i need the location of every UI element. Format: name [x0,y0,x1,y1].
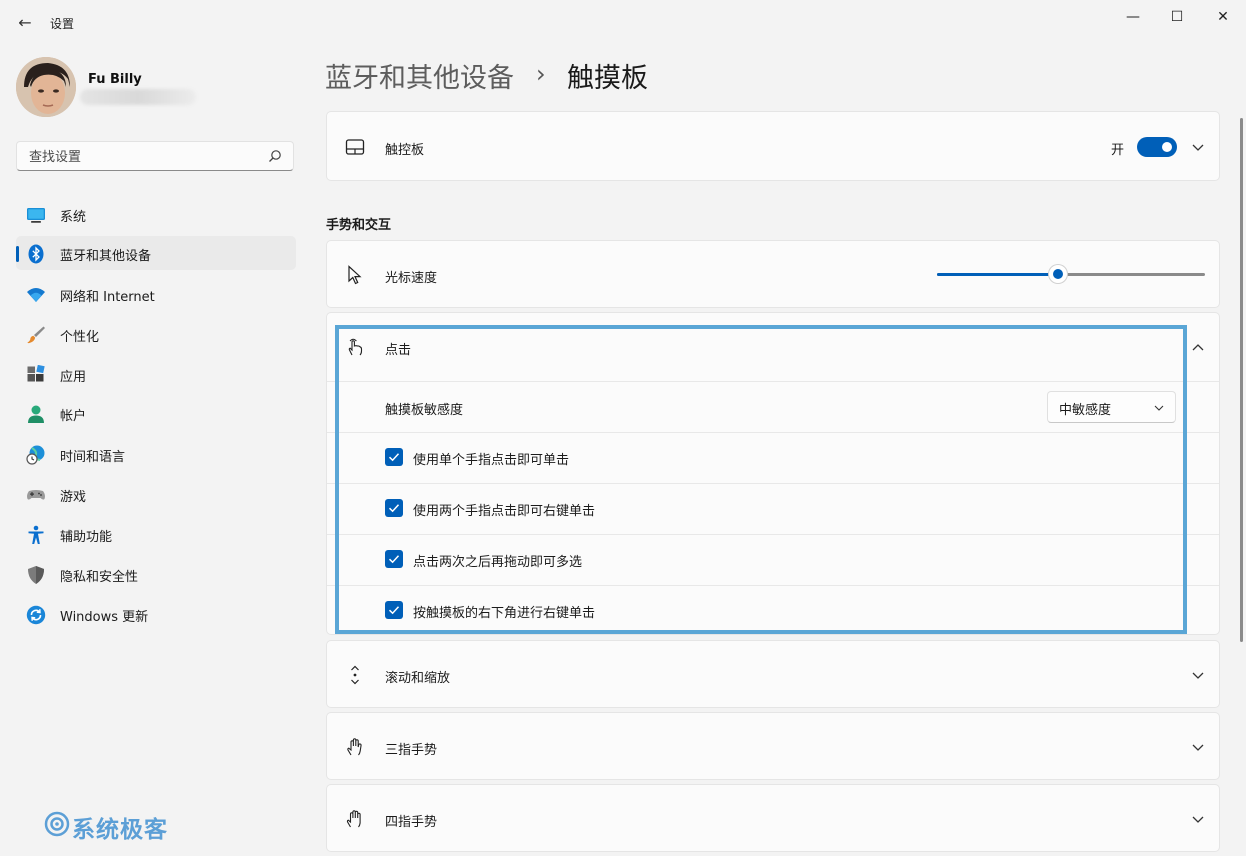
slider-thumb[interactable] [1048,265,1067,283]
touchpad-icon [345,139,365,155]
cursor-icon [348,265,362,285]
chevron-down-icon[interactable] [1191,740,1205,754]
sidebar-item-system[interactable]: 系统 [16,197,296,231]
page-title: 触摸板 [567,63,648,94]
brush-icon [27,326,45,344]
scroll-zoom-card[interactable]: 滚动和缩放 [326,640,1220,708]
back-button[interactable]: ← [14,12,36,34]
touchpad-label: 触控板 [385,143,425,158]
sidebar-item-label: 系统 [60,210,87,225]
minimize-button[interactable]: — [1110,6,1156,28]
sidebar-item-personalization[interactable]: 个性化 [16,317,296,351]
sidebar-item-label: 游戏 [60,490,87,505]
sidebar-item-accessibility[interactable]: 辅助功能 [16,517,296,551]
update-icon [26,605,46,625]
watermark-text: 系统极客 [72,817,168,843]
apps-icon [27,365,45,382]
sidebar-item-apps[interactable]: 应用 [16,357,296,391]
sidebar-item-label: 时间和语言 [60,450,126,465]
sidebar-item-label: 帐户 [60,409,87,424]
watermark-logo-icon [44,811,70,837]
sidebar-item-label: 蓝牙和其他设备 [60,249,152,264]
three-finger-label: 三指手势 [385,743,438,758]
time-language-icon [26,445,45,465]
account-icon [28,405,44,423]
system-icon [27,208,45,223]
chevron-down-icon[interactable] [1191,140,1205,154]
touchpad-toggle[interactable] [1137,137,1177,157]
slider-fill [937,273,1058,276]
breadcrumb-separator: › [536,60,546,88]
bluetooth-icon [28,244,44,264]
avatar[interactable] [16,57,76,117]
cursor-speed-label: 光标速度 [385,271,438,286]
four-finger-card[interactable]: 四指手势 [326,784,1220,852]
sidebar-item-windows-update[interactable]: Windows 更新 [16,597,296,631]
scrollbar[interactable] [1240,118,1243,642]
sidebar-item-time-language[interactable]: 时间和语言 [16,437,296,471]
chevron-down-icon[interactable] [1191,812,1205,826]
maximize-button[interactable]: ☐ [1154,6,1200,28]
sidebar-item-bluetooth[interactable]: 蓝牙和其他设备 [16,236,296,270]
scroll-zoom-label: 滚动和缩放 [385,671,451,686]
sidebar-item-label: 隐私和安全性 [60,570,139,585]
sidebar-item-network[interactable]: 网络和 Internet [16,277,296,311]
sidebar-item-label: 个性化 [60,330,100,345]
sidebar-item-accounts[interactable]: 帐户 [16,396,296,430]
user-email-blurred [80,89,196,105]
section-title: 手势和交互 [326,218,392,233]
cursor-speed-slider[interactable] [937,265,1205,283]
touchpad-card[interactable]: 触控板 开 [326,111,1220,181]
four-finger-hand-icon [346,810,361,828]
avatar-photo-icon [16,57,76,117]
sidebar-item-gaming[interactable]: 游戏 [16,477,296,511]
accessibility-icon [28,525,44,544]
highlight-annotation [335,325,1187,634]
user-name: Fu Billy [88,72,142,87]
sidebar-item-label: Windows 更新 [60,610,149,625]
sidebar-item-privacy[interactable]: 隐私和安全性 [16,557,296,591]
cursor-speed-card: 光标速度 [326,240,1220,308]
title-bar: ← 设置 — ☐ ✕ [0,0,1246,48]
gamepad-icon [27,490,45,500]
search-input[interactable] [27,147,266,167]
four-finger-label: 四指手势 [385,815,438,830]
shield-icon [28,566,44,584]
selection-indicator [16,246,19,262]
close-button[interactable]: ✕ [1200,6,1246,28]
sidebar-item-label: 应用 [60,370,87,385]
chevron-up-icon[interactable] [1191,341,1205,355]
sidebar-item-label: 网络和 Internet [60,290,155,305]
breadcrumb-parent[interactable]: 蓝牙和其他设备 [325,56,514,95]
sidebar-item-label: 辅助功能 [60,530,113,545]
scroll-arrows-icon [351,665,359,685]
search-box[interactable] [16,141,294,171]
three-finger-hand-icon [347,738,362,756]
toggle-state-label: 开 [1111,143,1125,158]
chevron-down-icon[interactable] [1191,668,1205,682]
wifi-icon [27,288,45,302]
three-finger-card[interactable]: 三指手势 [326,712,1220,780]
toggle-knob [1162,142,1172,152]
app-title: 设置 [50,17,75,31]
search-icon[interactable] [267,148,283,164]
